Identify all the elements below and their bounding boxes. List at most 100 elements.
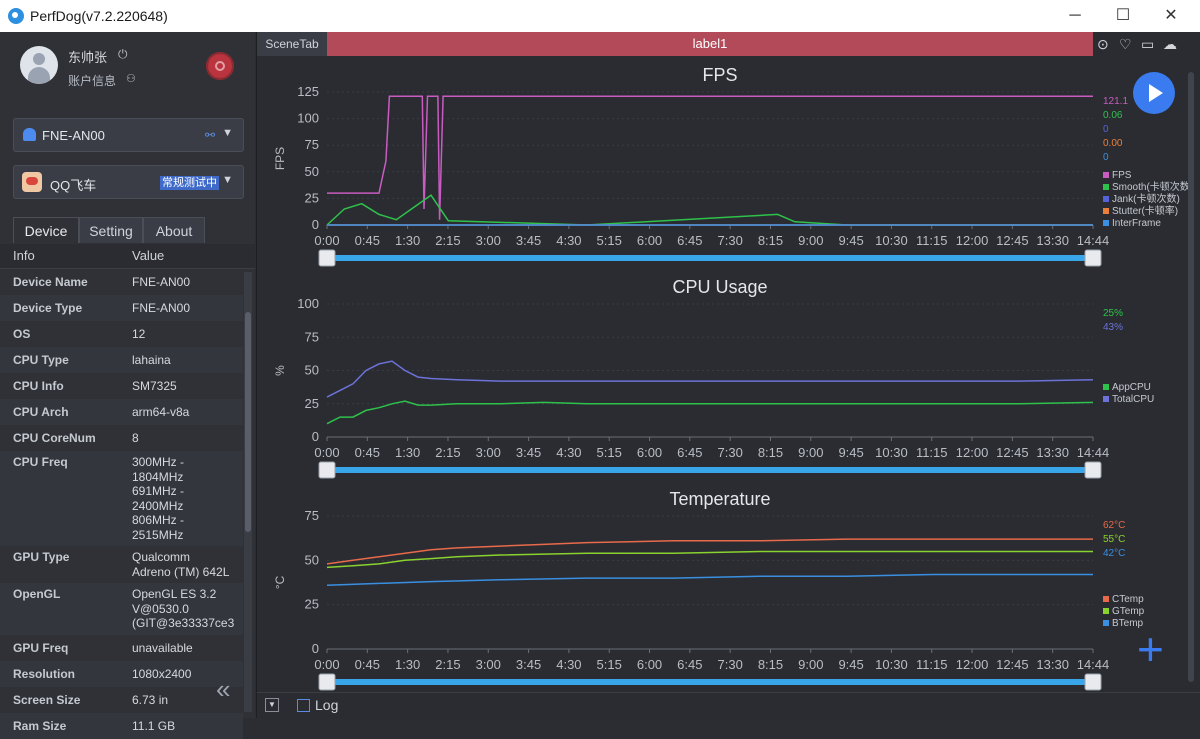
x-tick-label: 12:45 [996,233,1029,248]
x-tick-label: 10:30 [875,445,908,460]
scene-tab[interactable]: SceneTab [257,32,327,56]
app-select[interactable]: QQ飞车 常规测试中 ▼ [13,165,244,199]
legend-label: GTemp [1112,606,1145,617]
y-tick-label: 50 [305,552,319,567]
info-value-line: 2515MHz [132,527,184,542]
device-select[interactable]: FNE-AN00 ⚯ ▼ [13,118,244,152]
collapse-sidebar-icon[interactable]: « [216,674,230,705]
x-tick-label: 14:44 [1077,445,1110,460]
info-value-line: arm64-v8a [132,405,190,419]
x-tick-label: 9:45 [838,657,863,672]
add-chart-button[interactable]: + [1137,626,1164,672]
cloud-icon[interactable]: ☁ [1163,36,1177,53]
x-tick-label: 2:15 [435,657,460,672]
maximize-button[interactable]: ☐ [1100,4,1146,28]
info-value-line: Qualcomm [132,550,191,564]
info-row: GPU Freq unavailable [0,635,243,661]
sidebar-scrollbar[interactable] [244,272,252,712]
info-value: FNE-AN00 [132,275,190,290]
legend-swatch [1103,620,1109,626]
x-tick-label: 0:00 [314,657,339,672]
info-key: OpenGL [13,587,61,601]
account-info-link[interactable]: 账户信息 [68,72,116,89]
info-row: GPU Type Qualcomm Adreno (TM) 642L [0,546,243,583]
series-current-value: 0 [1103,124,1109,135]
series-line [326,194,1093,226]
x-tick-label: 2:15 [435,233,460,248]
legend-label: AppCPU [1112,382,1151,393]
device-select-value: FNE-AN00 [42,128,105,143]
close-button[interactable]: ✕ [1148,4,1194,28]
x-tick-label: 9:00 [798,445,823,460]
x-tick-label: 3:45 [516,233,541,248]
x-tick-label: 3:45 [516,445,541,460]
game-app-icon [22,172,42,192]
x-tick-label: 4:30 [556,233,581,248]
info-key: CPU Arch [13,405,69,419]
scrollbar-thumb[interactable] [245,312,251,532]
avatar[interactable] [20,46,58,84]
info-value: OpenGL ES 3.2 V@0530.0 (GIT@3e33337ce3 [132,587,234,631]
info-value-line: 806MHz - [132,513,185,527]
x-tick-label: 1:30 [395,657,420,672]
x-tick-label: 12:00 [956,233,989,248]
series-current-value: 43% [1103,322,1123,333]
pin-icon[interactable]: ♡ [1119,36,1132,53]
x-tick-label: 6:45 [677,445,702,460]
location-icon[interactable]: ⊙ [1097,36,1109,53]
info-key: CPU Info [13,379,64,393]
range-slider-track [333,255,1087,261]
y-tick-label: 125 [297,84,319,99]
info-value: 11.1 GB [132,719,175,734]
minimize-button[interactable]: ─ [1052,4,1098,28]
tab-device[interactable]: Device [13,217,79,243]
info-row: CPU Arch arm64-v8a [0,399,243,425]
info-key: OS [13,327,31,341]
title-bar: PerfDog(v7.2.220648) ─ ☐ ✕ [0,0,1200,32]
scene-label-bar[interactable]: label1 [327,32,1093,56]
x-tick-label: 6:00 [637,445,662,460]
x-tick-label: 7:30 [718,445,743,460]
toggle-panel-icon[interactable]: ▼ [265,698,279,712]
record-button[interactable] [206,52,234,80]
x-tick-label: 14:44 [1077,657,1110,672]
info-value: 6.73 in [132,693,168,708]
tab-setting[interactable]: Setting [79,217,143,243]
power-icon[interactable]: ⏻ [118,47,128,62]
x-tick-label: 3:00 [476,445,501,460]
play-button[interactable] [1133,72,1175,114]
info-row: Screen Size 6.73 in [0,687,243,713]
folder-icon[interactable]: ▭ [1141,36,1154,53]
series-current-value: 0.00 [1103,138,1123,149]
user-panel: 东帅张 ⏻ 账户信息 ⚇ [0,32,255,100]
bottom-bar: ▼ Log [257,692,1200,719]
info-value: lahaina [132,353,171,368]
info-column-header: Info [13,248,35,263]
range-slider-handle-right [1084,673,1102,691]
scrollbar-thumb[interactable] [1188,72,1194,682]
info-value-line: 12 [132,327,146,341]
tab-about[interactable]: About [143,217,205,243]
info-value: 1080x2400 [132,667,191,682]
info-value: unavailable [132,641,193,656]
x-tick-label: 6:45 [677,233,702,248]
x-tick-label: 5:15 [597,657,622,672]
main-scrollbar[interactable] [1187,62,1195,702]
x-tick-label: 3:00 [476,657,501,672]
info-value-line: unavailable [132,640,193,655]
x-tick-label: 10:30 [875,657,908,672]
sidebar-tabs: Device Setting About [13,217,244,243]
legend-label: CTemp [1112,594,1144,605]
log-checkbox[interactable] [297,699,310,712]
info-table-header: Info Value [0,244,255,269]
info-row: OpenGL OpenGL ES 3.2 V@0530.0 (GIT@3e33337c… [0,583,243,635]
y-axis-label: FPS [273,147,287,170]
x-tick-label: 12:45 [996,657,1029,672]
account-icon: ⚇ [126,73,136,85]
legend-label: Stutter(卡顿率) [1112,204,1178,217]
sidebar: 东帅张 ⏻ 账户信息 ⚇ FNE-AN00 ⚯ ▼ QQ飞车 常规测试中 ▼ D… [0,32,255,739]
x-tick-label: 1:30 [395,445,420,460]
chart-title: FPS [702,65,737,85]
info-key: Device Type [13,301,83,315]
info-row: OS 12 [0,321,243,347]
